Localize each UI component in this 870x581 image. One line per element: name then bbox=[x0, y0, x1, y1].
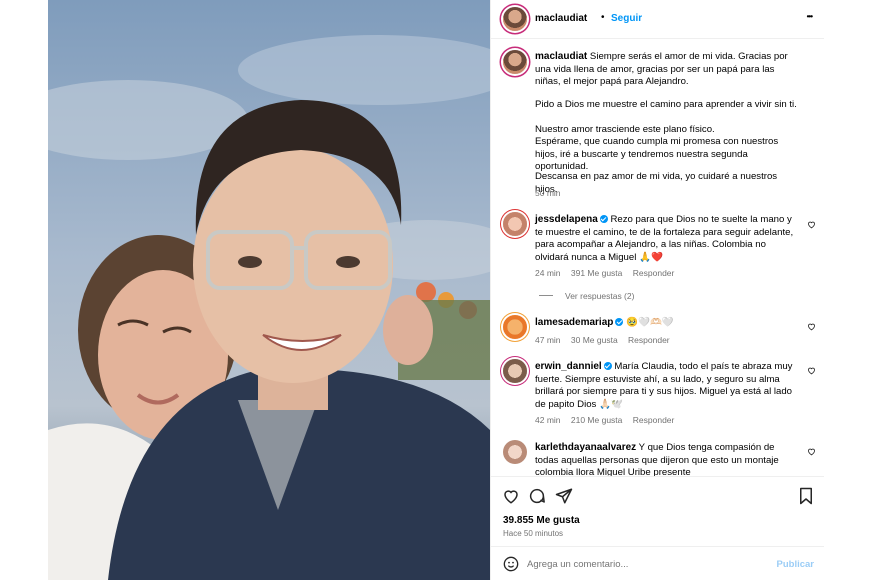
verified-icon bbox=[603, 362, 612, 370]
more-options-icon[interactable]: ••• bbox=[807, 12, 813, 21]
comment-heart-icon[interactable] bbox=[807, 220, 816, 229]
follow-button[interactable]: Seguir bbox=[611, 13, 642, 24]
heart-icon[interactable] bbox=[502, 487, 520, 505]
reply-button[interactable]: Responder bbox=[633, 415, 675, 425]
caption-time: 50 min bbox=[535, 188, 561, 198]
post-side-panel: maclaudiat • Seguir ••• maclaudiat Siemp… bbox=[490, 0, 824, 580]
add-comment-input[interactable] bbox=[527, 555, 757, 573]
comment-likes[interactable]: 30 Me gusta bbox=[571, 335, 618, 345]
verified-icon bbox=[615, 318, 624, 326]
reply-button[interactable]: Responder bbox=[628, 335, 670, 345]
comment-avatar[interactable] bbox=[503, 212, 527, 236]
bookmark-icon[interactable] bbox=[798, 487, 814, 505]
post-header: maclaudiat • Seguir ••• bbox=[491, 0, 824, 39]
comment-meta: 24 min 391 Me gusta Responder bbox=[535, 268, 674, 278]
replies-line bbox=[539, 295, 553, 296]
caption-paragraph-4: Descansa en paz amor de mi vida, yo cuid… bbox=[535, 171, 778, 195]
add-comment-bar: Publicar bbox=[491, 546, 824, 581]
comment-text: 🥹🤍🫶🏻🤍 bbox=[626, 317, 674, 328]
comment-heart-icon[interactable] bbox=[807, 366, 816, 375]
post-time: Hace 50 minutos bbox=[503, 529, 564, 538]
comment-avatar[interactable] bbox=[503, 440, 527, 464]
comment-time: 42 min bbox=[535, 415, 561, 425]
comment-likes[interactable]: 391 Me gusta bbox=[571, 268, 623, 278]
reply-button[interactable]: Responder bbox=[633, 268, 675, 278]
emoji-icon[interactable] bbox=[503, 556, 519, 572]
verified-icon bbox=[599, 215, 608, 223]
comment-meta: 42 min 210 Me gusta Responder bbox=[535, 415, 674, 425]
comment-1: jessdelapena Rezo para que Dios no te su… bbox=[535, 214, 797, 264]
selfie-image bbox=[48, 0, 490, 580]
separator-dot: • bbox=[601, 12, 605, 23]
comment-username[interactable]: erwin_danniel bbox=[535, 361, 602, 372]
comment-username[interactable]: karlethdayanaalvarez bbox=[535, 442, 636, 453]
post-photo[interactable] bbox=[48, 0, 490, 580]
likes-count[interactable]: 39.855 Me gusta bbox=[503, 515, 580, 526]
post-actions: 39.855 Me gusta Hace 50 minutos bbox=[491, 476, 824, 547]
comment-avatar[interactable] bbox=[503, 315, 527, 339]
publish-button[interactable]: Publicar bbox=[777, 559, 815, 570]
comment-heart-icon[interactable] bbox=[807, 447, 816, 456]
comment-likes[interactable]: 210 Me gusta bbox=[571, 415, 623, 425]
comment-avatar[interactable] bbox=[503, 359, 527, 383]
comment-time: 47 min bbox=[535, 335, 561, 345]
caption: maclaudiat Siempre serás el amor de mi v… bbox=[535, 51, 797, 89]
comment-username[interactable]: jessdelapena bbox=[535, 214, 598, 225]
comment-icon[interactable] bbox=[528, 487, 546, 505]
caption-paragraph-3a: Nuestro amor trasciende este plano físic… bbox=[535, 124, 715, 135]
caption-paragraph-2: Pido a Dios me muestre el camino para ap… bbox=[535, 99, 797, 110]
comment-heart-icon[interactable] bbox=[807, 322, 816, 331]
caption-avatar[interactable] bbox=[503, 50, 527, 74]
comment-3: erwin_danniel María Claudia, todo el paí… bbox=[535, 361, 797, 411]
comment-2: lamesademariap 🥹🤍🫶🏻🤍 bbox=[535, 317, 797, 330]
caption-username[interactable]: maclaudiat bbox=[535, 51, 587, 62]
post-username[interactable]: maclaudiat bbox=[535, 13, 587, 24]
comment-4: karlethdayanaalvarez Y que Dios tenga co… bbox=[535, 442, 797, 480]
send-icon[interactable] bbox=[555, 487, 573, 505]
comment-meta: 47 min 30 Me gusta Responder bbox=[535, 335, 670, 345]
comment-username[interactable]: lamesademariap bbox=[535, 317, 613, 328]
comment-time: 24 min bbox=[535, 268, 561, 278]
avatar[interactable] bbox=[503, 7, 527, 31]
view-replies-button[interactable]: Ver respuestas (2) bbox=[565, 291, 634, 301]
caption-paragraph-3b: Espérame, que cuando cumpla mi promesa c… bbox=[535, 136, 779, 172]
